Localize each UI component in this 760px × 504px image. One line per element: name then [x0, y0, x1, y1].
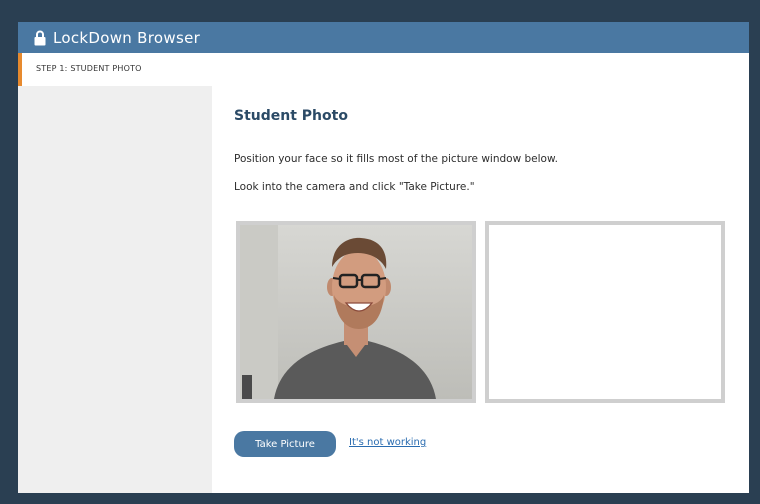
its-not-working-link[interactable]: It's not working	[349, 437, 426, 448]
take-picture-button[interactable]: Take Picture	[234, 431, 336, 457]
captured-photo-frame	[485, 221, 725, 403]
app-title: LockDown Browser	[53, 28, 201, 47]
camera-preview	[236, 221, 476, 403]
sidebar-step-student-photo[interactable]: STEP 1: STUDENT PHOTO	[18, 53, 212, 86]
camera-feed-image	[240, 225, 472, 399]
instruction-text: Position your face so it fills most of t…	[234, 153, 558, 165]
instruction-text: Look into the camera and click "Take Pic…	[234, 181, 475, 193]
lock-icon	[34, 30, 46, 46]
title-bar: LockDown Browser	[18, 22, 749, 53]
step-label: STEP 1: STUDENT PHOTO	[36, 64, 142, 73]
page-title: Student Photo	[234, 108, 348, 124]
lockdown-browser-window: LockDown Browser STEP 1: STUDENT PHOTO S…	[18, 22, 749, 493]
sidebar: STEP 1: STUDENT PHOTO	[18, 53, 212, 493]
